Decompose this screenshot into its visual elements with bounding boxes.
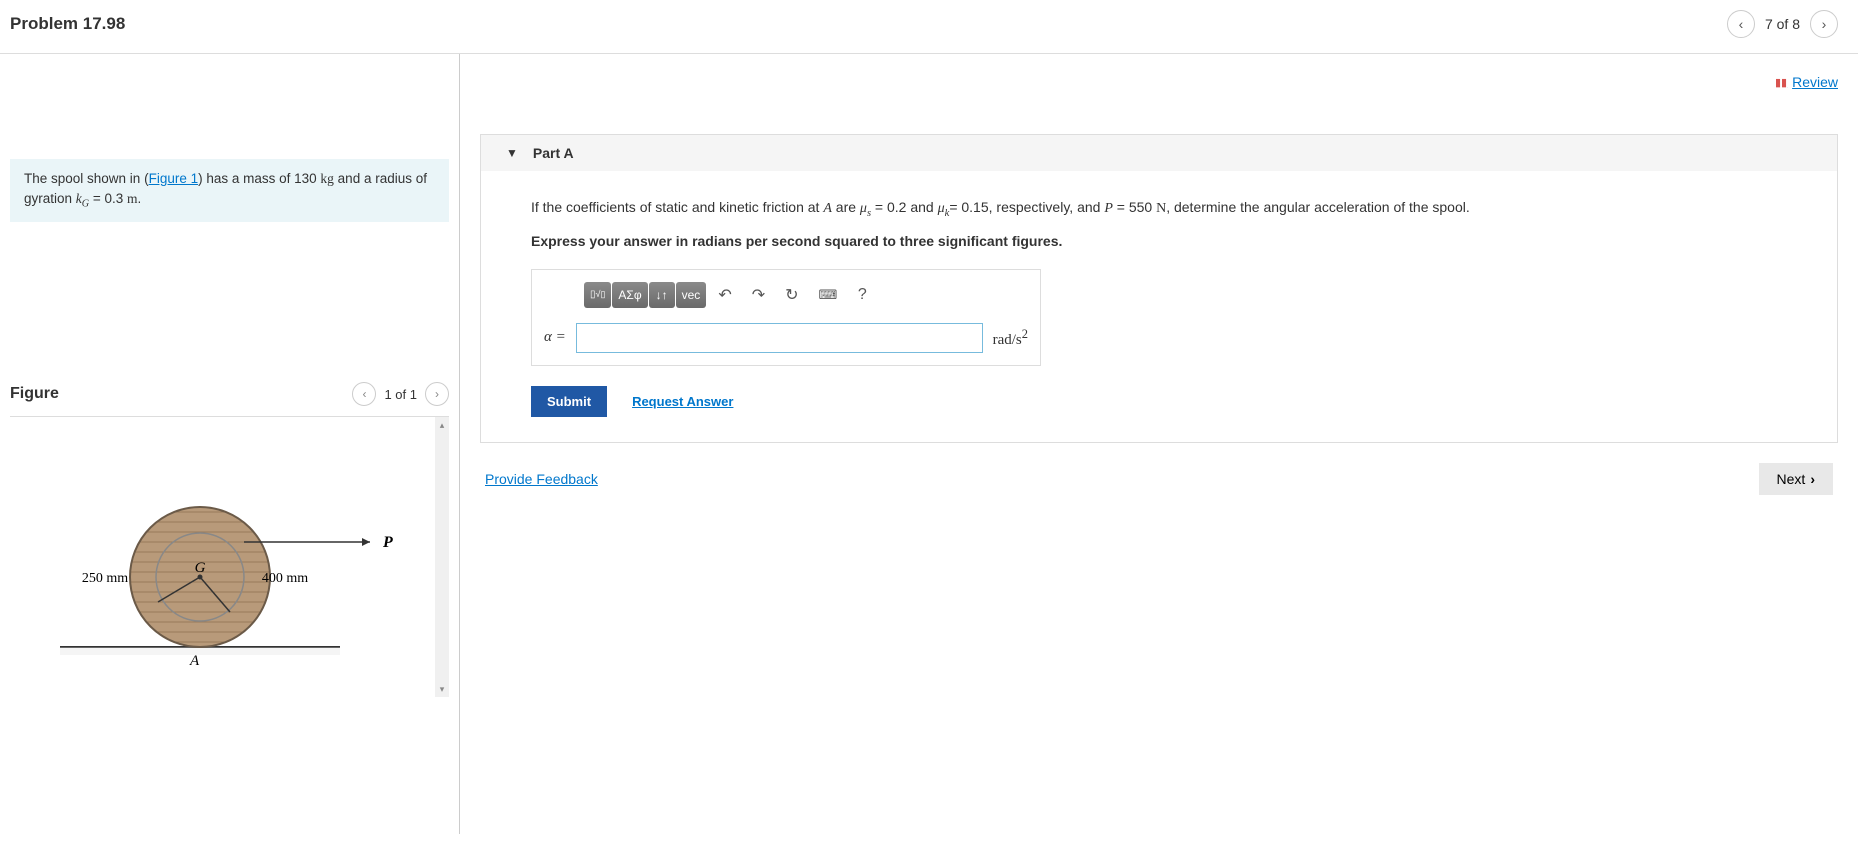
question-text: If the coefficients of static and kineti… (531, 196, 1787, 223)
scroll-up-icon[interactable]: ▴ (436, 419, 448, 431)
problem-title: Problem 17.98 (10, 14, 125, 34)
answer-box: ▯√▯ ΑΣφ ↓↑ vec ↶ ↷ ↻ ⌨ ? α = (531, 269, 1041, 366)
reset-button[interactable]: ↻ (777, 282, 806, 308)
template-tool-button[interactable]: ▯√▯ (584, 282, 611, 308)
spool-diagram: G P 250 mm 400 mm A (10, 437, 400, 677)
label-A: A (189, 653, 200, 669)
label-P: P (382, 534, 393, 551)
left-panel: The spool shown in (Figure 1) has a mass… (0, 54, 460, 834)
review-icon: ▮▮ (1775, 76, 1787, 89)
provide-feedback-link[interactable]: Provide Feedback (485, 471, 598, 487)
label-400: 400 mm (262, 571, 308, 586)
submit-button[interactable]: Submit (531, 386, 607, 417)
main-content: The spool shown in (Figure 1) has a mass… (0, 54, 1858, 834)
page-counter: 7 of 8 (1765, 16, 1800, 32)
feedback-row: Provide Feedback Next › (480, 463, 1838, 495)
page-nav: ‹ 7 of 8 › (1727, 10, 1838, 38)
input-row: α = rad/s2 (544, 323, 1028, 353)
subscript-tool-button[interactable]: ↓↑ (649, 282, 675, 308)
request-answer-link[interactable]: Request Answer (632, 394, 733, 409)
collapse-icon: ▼ (506, 146, 518, 160)
next-button[interactable]: Next › (1759, 463, 1833, 495)
greek-tool-button[interactable]: ΑΣφ (612, 282, 647, 308)
page-header: Problem 17.98 ‹ 7 of 8 › (0, 0, 1858, 54)
right-panel: ▮▮ Review ▼ Part A If the coefficients o… (460, 54, 1858, 834)
problem-statement: The spool shown in (Figure 1) has a mass… (10, 159, 449, 222)
prev-figure-button[interactable]: ‹ (352, 382, 376, 406)
review-link[interactable]: ▮▮ Review (1775, 74, 1838, 90)
equation-toolbar: ▯√▯ ΑΣφ ↓↑ vec ↶ ↷ ↻ ⌨ ? (544, 282, 1028, 308)
vec-tool-button[interactable]: vec (676, 282, 707, 308)
figure-scrollbar[interactable]: ▴ ▾ (435, 417, 449, 697)
chevron-right-icon: › (1810, 471, 1815, 487)
instruction-text: Express your answer in radians per secon… (531, 233, 1787, 249)
part-header[interactable]: ▼ Part A (481, 135, 1837, 171)
next-figure-button[interactable]: › (425, 382, 449, 406)
label-G: G (195, 560, 206, 576)
part-body: If the coefficients of static and kineti… (481, 171, 1837, 442)
keyboard-button[interactable]: ⌨ (811, 282, 846, 308)
answer-input[interactable] (576, 323, 983, 353)
figure-section: Figure ‹ 1 of 1 › (0, 382, 459, 697)
figure-viewport: G P 250 mm 400 mm A ▴ ▾ (10, 417, 449, 697)
redo-button[interactable]: ↷ (744, 282, 773, 308)
prev-problem-button[interactable]: ‹ (1727, 10, 1755, 38)
undo-button[interactable]: ↶ (710, 282, 739, 308)
figure-link[interactable]: Figure 1 (149, 171, 199, 186)
part-title: Part A (533, 145, 574, 161)
variable-label: α = (544, 329, 566, 346)
figure-header: Figure ‹ 1 of 1 › (10, 382, 449, 417)
part-container: ▼ Part A If the coefficients of static a… (480, 134, 1838, 443)
scroll-down-icon[interactable]: ▾ (436, 683, 448, 695)
figure-title: Figure (10, 385, 59, 403)
submit-row: Submit Request Answer (531, 386, 1787, 417)
unit-label: rad/s2 (993, 327, 1028, 349)
figure-nav: ‹ 1 of 1 › (352, 382, 449, 406)
label-250: 250 mm (82, 571, 128, 586)
next-problem-button[interactable]: › (1810, 10, 1838, 38)
figure-counter: 1 of 1 (384, 387, 417, 402)
help-button[interactable]: ? (849, 282, 875, 308)
